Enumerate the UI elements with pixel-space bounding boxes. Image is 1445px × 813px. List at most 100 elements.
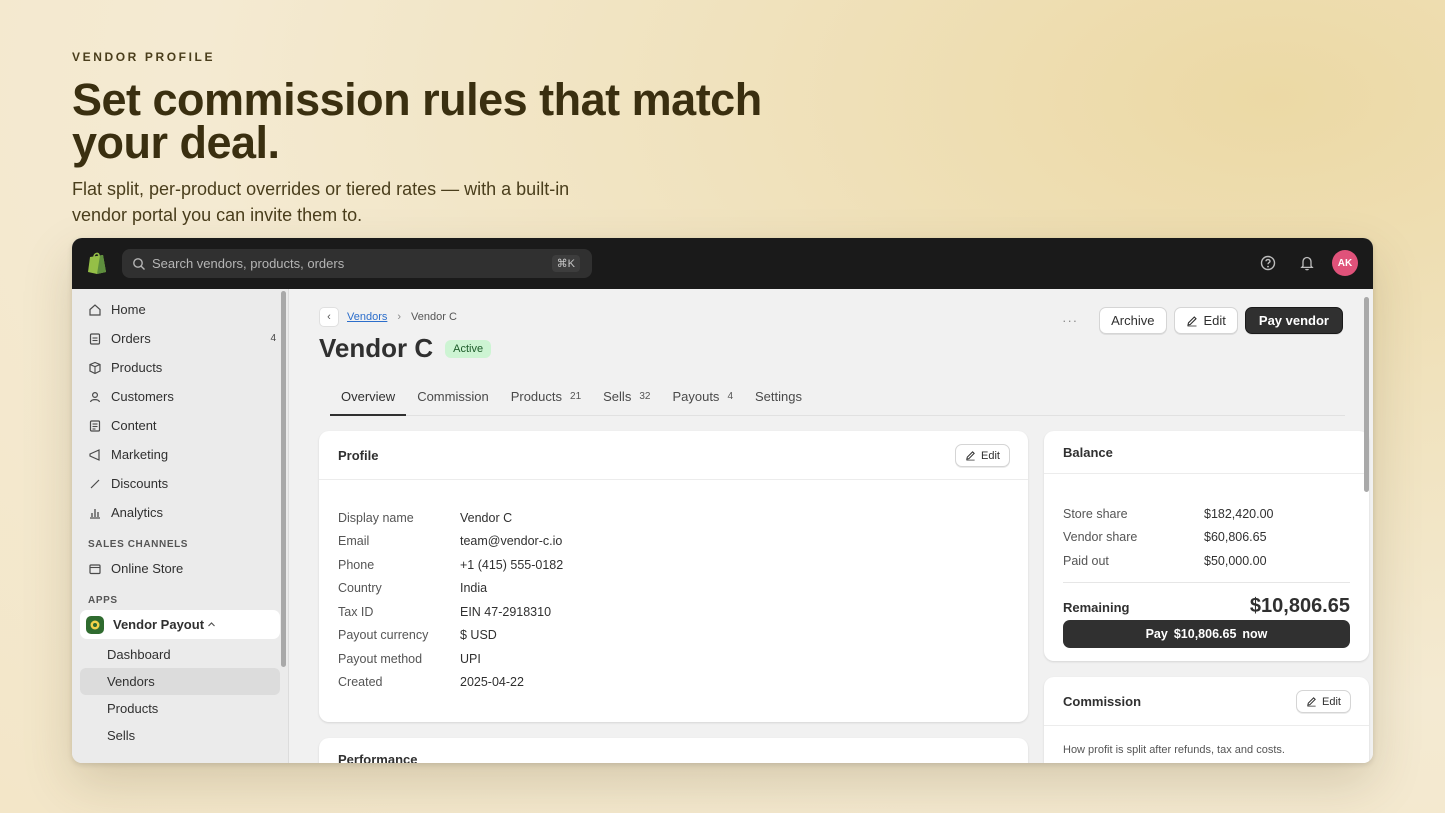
profile-card-title: Profile [338, 447, 379, 463]
sidebar-item-label: Marketing [111, 447, 169, 462]
search-placeholder: Search vendors, products, orders [152, 256, 345, 271]
store-icon [89, 564, 101, 575]
field-label: Payout currency [338, 628, 429, 643]
sidebar-item-content[interactable]: Content [72, 411, 288, 440]
top-bar: Search vendors, products, orders ⌘K AK [72, 238, 1373, 289]
main-scrollbar[interactable] [1364, 297, 1369, 492]
tab-count: 21 [570, 391, 582, 402]
balance-row-store-share: Store share $182,420.00 [1063, 502, 1350, 526]
app-window: Search vendors, products, orders ⌘K AK H… [72, 238, 1373, 763]
field-label: Phone [338, 557, 375, 572]
balance-divider [1063, 581, 1350, 583]
sidebar-item-label: Discounts [111, 476, 169, 491]
edit-commission-button[interactable]: Edit [1296, 690, 1351, 713]
archive-button[interactable]: Archive [1099, 307, 1167, 334]
balance-label: Vendor share [1063, 530, 1138, 545]
tab-commission[interactable]: Commission [406, 381, 500, 415]
search-bar[interactable]: Search vendors, products, orders ⌘K [122, 249, 592, 278]
sidebar-item-online-store[interactable]: Online Store [72, 554, 288, 583]
field-label: Email [338, 534, 370, 549]
help-icon[interactable] [1259, 254, 1277, 272]
breadcrumb-separator: › [397, 311, 402, 323]
app-item-products[interactable]: Products [72, 695, 280, 722]
sidebar-item-label: Analytics [111, 505, 164, 520]
sidebar-item-analytics[interactable]: Analytics [72, 498, 288, 527]
hero-eyebrow: VENDOR PROFILE [72, 50, 216, 64]
balance-card-title: Balance [1063, 444, 1113, 460]
sidebar-item-discounts[interactable]: Discounts [72, 469, 288, 498]
pencil-icon [1307, 697, 1316, 707]
sidebar-item-orders[interactable]: Orders 4 [72, 324, 288, 353]
app-item-vendors[interactable]: Vendors [80, 668, 280, 695]
commission-card-title: Commission [1063, 693, 1142, 709]
megaphone-icon [89, 449, 100, 461]
tab-products[interactable]: Products 21 [500, 381, 592, 415]
person-icon [89, 391, 101, 403]
sidebar-item-label: Content [111, 418, 157, 433]
app-item-sells[interactable]: Sells [72, 722, 280, 749]
balance-remaining: Remaining $10,806.65 [1063, 595, 1350, 618]
breadcrumb-vendors-link[interactable]: Vendors [347, 311, 387, 323]
page-title: Vendor C [319, 333, 434, 363]
more-actions-button[interactable]: ··· [1062, 313, 1078, 328]
title-row: Vendor C Active [319, 333, 492, 364]
pay-now-button[interactable]: Pay $10,806.65 now [1063, 619, 1350, 648]
field-value: +1 (415) 555-0182 [460, 557, 564, 572]
performance-card: Performance [319, 738, 1028, 763]
tab-label: Commission [417, 389, 489, 404]
sidebar-item-home[interactable]: Home [72, 295, 288, 324]
shop-logo-icon[interactable] [86, 251, 108, 275]
field-value: UPI [460, 651, 481, 666]
edit-profile-label: Edit [981, 449, 1000, 462]
edit-profile-button[interactable]: Edit [955, 444, 1010, 467]
main-content: ‹ Vendors › Vendor C Vendor C Active ···… [290, 289, 1373, 763]
home-icon [89, 304, 101, 316]
tab-payouts[interactable]: Payouts 4 [661, 381, 744, 415]
hero-headline: Set commission rules that match your dea… [72, 74, 762, 168]
commission-card-header: Commission Edit [1044, 677, 1369, 726]
tab-bar: Overview Commission Products 21 Sells 32 P… [330, 381, 1345, 416]
profile-row-country: Country India [319, 577, 1028, 601]
pay-now-suffix: now [1242, 626, 1268, 641]
profile-card-header: Profile Edit [319, 431, 1028, 480]
remaining-value: $10,806.65 [1249, 594, 1350, 617]
profile-row-phone: Phone +1 (415) 555-0182 [319, 553, 1028, 577]
hero-subtitle: Flat split, per-product overrides or tie… [72, 179, 570, 225]
app-vendor-payout[interactable]: Vendor Payout [80, 610, 280, 639]
field-label: Tax ID [338, 604, 374, 619]
pay-now-prefix: Pay [1145, 626, 1168, 641]
breadcrumb: ‹ Vendors › Vendor C [319, 307, 457, 327]
field-value: 2025-04-22 [460, 675, 524, 690]
tab-overview[interactable]: Overview [330, 381, 407, 416]
app-item-dashboard[interactable]: Dashboard [72, 641, 280, 668]
back-button[interactable]: ‹ [319, 307, 339, 327]
edit-vendor-button[interactable]: Edit [1173, 307, 1238, 334]
balance-value: $50,000.00 [1204, 553, 1267, 568]
performance-card-title: Performance [338, 751, 418, 764]
tab-label: Products [510, 389, 563, 404]
pay-vendor-label: Pay vendor [1258, 313, 1329, 328]
sidebar-item-label: Online Store [111, 561, 184, 576]
tab-sells[interactable]: Sells 32 [592, 381, 661, 415]
user-avatar[interactable]: AK [1332, 250, 1358, 276]
profile-card: Profile Edit Display name Vendor C Email t… [319, 431, 1028, 722]
profile-row-payout-method: Payout method UPI [319, 647, 1028, 671]
remaining-label: Remaining [1063, 599, 1130, 615]
balance-value: $60,806.65 [1204, 530, 1267, 545]
profile-row-payout-currency: Payout currency $ USD [319, 624, 1028, 648]
performance-card-header: Performance [319, 738, 1028, 764]
breadcrumb-current: Vendor C [411, 311, 457, 323]
hero: VENDOR PROFILE Set commission rules that… [72, 50, 792, 228]
sidebar-item-customers[interactable]: Customers [72, 382, 288, 411]
field-value: Vendor C [460, 510, 513, 525]
field-value: team@vendor-c.io [460, 534, 563, 549]
bell-icon[interactable] [1298, 254, 1316, 272]
profile-row-display-name: Display name Vendor C [319, 506, 1028, 530]
tab-settings[interactable]: Settings [744, 381, 813, 415]
sidebar-scrollbar[interactable] [281, 291, 286, 667]
sidebar-nav: Home Orders 4 Products Customers Content [72, 289, 288, 527]
profile-fields: Display name Vendor C Email team@vendor-c.… [319, 480, 1028, 694]
pay-vendor-button[interactable]: Pay vendor [1244, 307, 1343, 334]
sidebar-item-products[interactable]: Products [72, 353, 288, 382]
sidebar-item-marketing[interactable]: Marketing [72, 440, 288, 469]
